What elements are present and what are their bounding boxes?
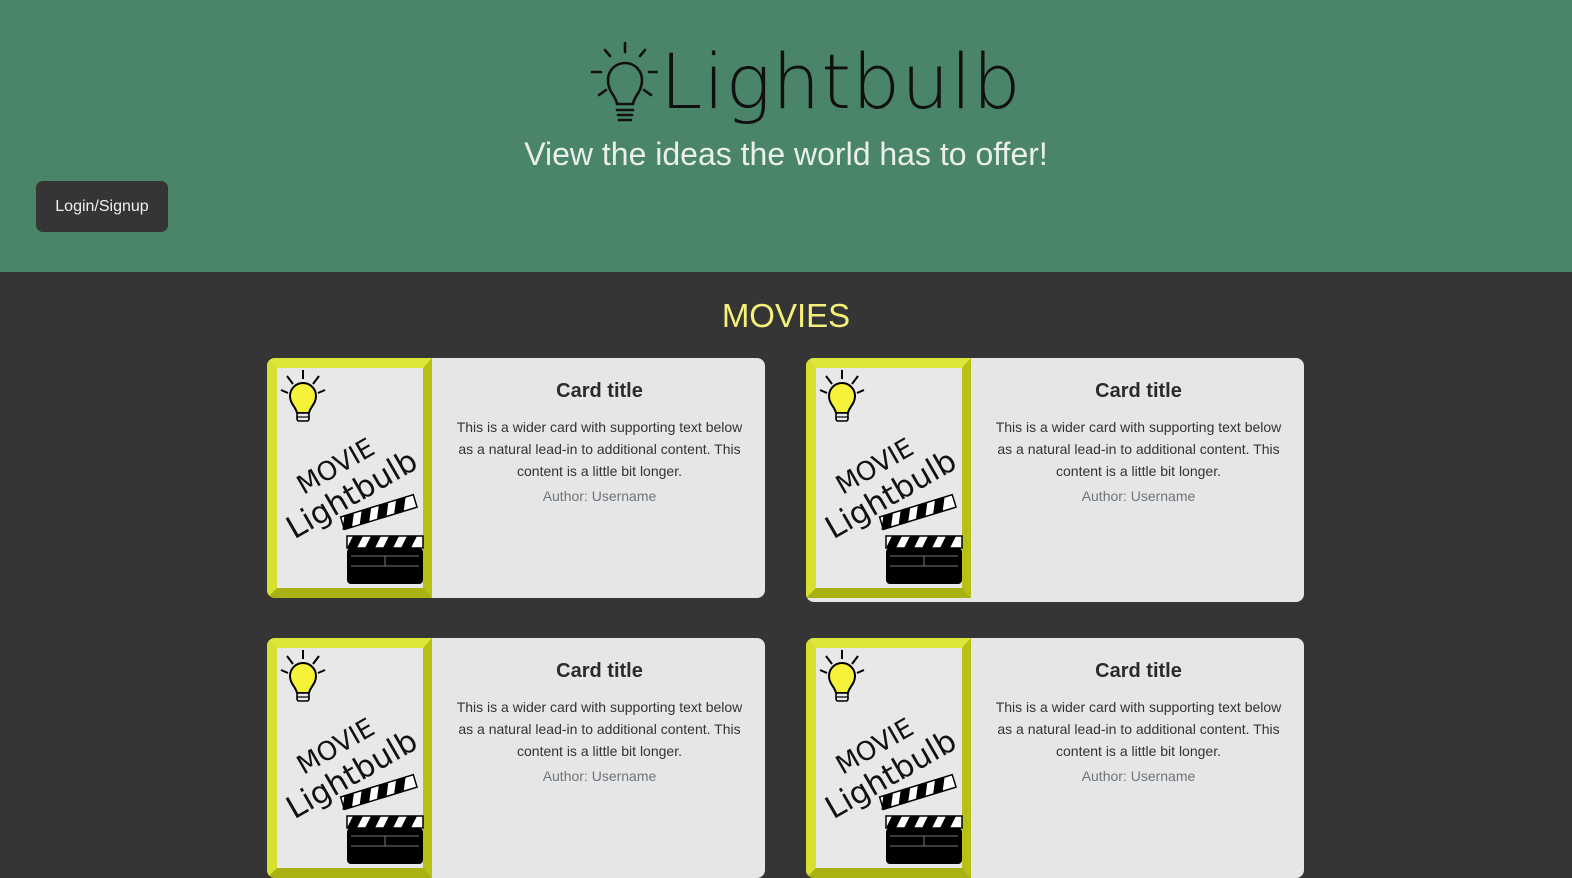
movie-poster-image: MOVIE Lightbulb xyxy=(806,638,971,878)
poster-graphic: MOVIELightbulb xyxy=(806,638,971,878)
card-author: Author: Username xyxy=(1081,768,1196,784)
movie-poster-image: MOVIE Lightbulb xyxy=(806,358,971,598)
card-body: Card title This is a wider card with supp… xyxy=(432,358,765,598)
poster-graphic: MOVIELightbulb xyxy=(267,638,432,878)
card-title: Card title xyxy=(1095,380,1182,402)
card-body: Card title This is a wider card with supp… xyxy=(971,638,1304,878)
card-text: This is a wider card with supporting tex… xyxy=(456,699,743,759)
card-title: Card title xyxy=(1095,660,1182,682)
card-author: Author: Username xyxy=(542,768,657,784)
card-title: Card title xyxy=(556,380,643,402)
login-signup-button[interactable]: Login/Signup xyxy=(36,181,168,232)
card-text: This is a wider card with supporting tex… xyxy=(995,419,1282,479)
poster-graphic: MOVIELightbulb xyxy=(806,358,971,598)
tagline: View the ideas the world has to offer! xyxy=(524,136,1048,172)
card-body: Card title This is a wider card with supp… xyxy=(971,358,1304,602)
site-logo: Lightbulb xyxy=(588,37,1021,132)
site-header: Lightbulb View the ideas the world has t… xyxy=(0,0,1572,272)
movie-poster-image: MOVIE Lightbulb xyxy=(267,358,432,598)
card-text: This is a wider card with supporting tex… xyxy=(995,699,1282,759)
logo-text: Lightbulb xyxy=(660,37,1022,126)
card-body: Card title This is a wider card with supp… xyxy=(432,638,765,878)
card-author: Author: Username xyxy=(1081,488,1196,504)
card-title: Card title xyxy=(556,660,643,682)
section-title: MOVIES xyxy=(721,297,851,334)
card-text: This is a wider card with supporting tex… xyxy=(456,419,743,479)
card-author: Author: Username xyxy=(542,488,657,504)
poster-graphic: MOVIELightbulb xyxy=(267,358,432,598)
lightbulb-logo-icon xyxy=(590,41,658,122)
movie-card[interactable]: MOVIE Lightbulb Card title This is a wider … xyxy=(267,358,765,598)
movie-card[interactable]: MOVIE Lightbulb Card title This is a wider … xyxy=(806,358,1304,602)
movie-card[interactable]: MOVIE Lightbulb Card title This is a wider … xyxy=(267,638,765,878)
movie-poster-image: MOVIE Lightbulb xyxy=(267,638,432,878)
movie-card[interactable]: MOVIE Lightbulb Card title This is a wider … xyxy=(806,638,1304,878)
